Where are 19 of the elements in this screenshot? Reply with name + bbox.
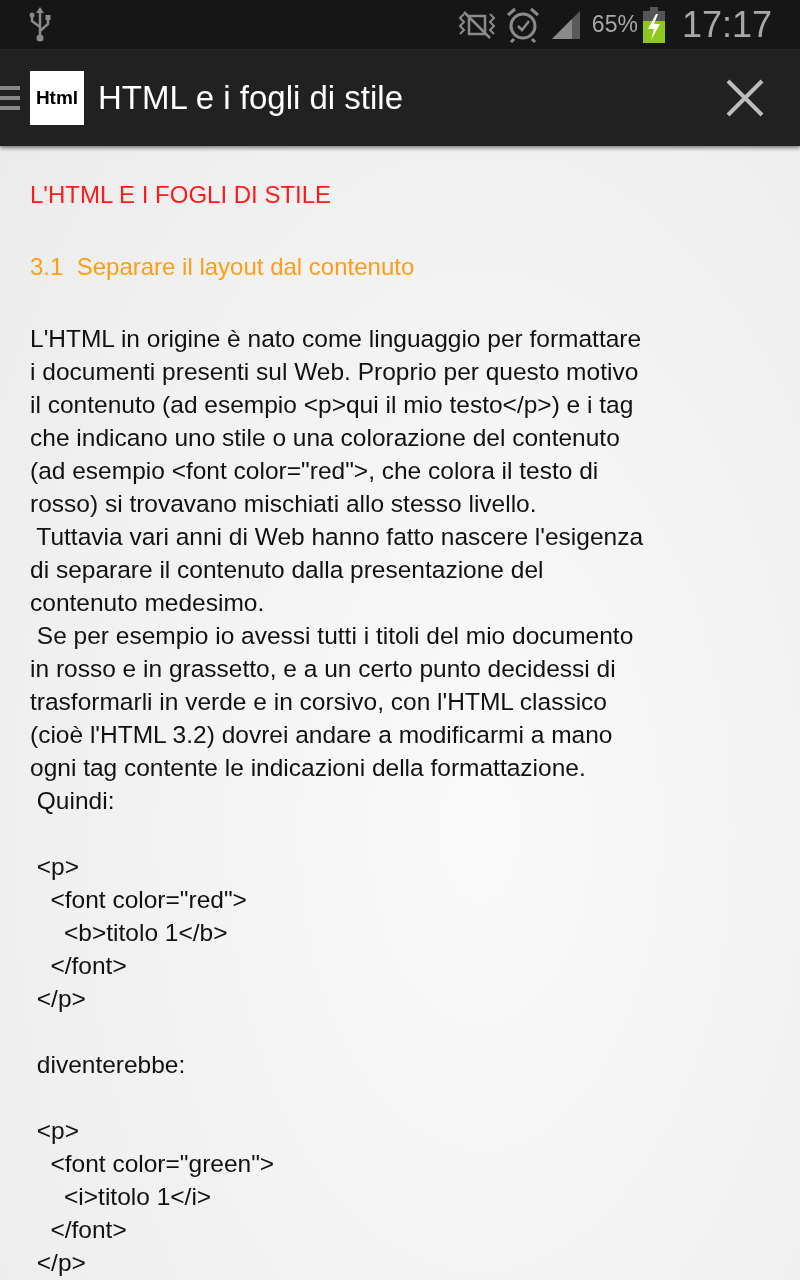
battery-charging-icon <box>641 6 666 43</box>
page-title: HTML e i fogli di stile <box>98 79 404 117</box>
code-sample: <p> <font color="green"> <i>titolo 1</i> </font> </p> <box>35 1116 276 1278</box>
body-paragraph: Se per esempio io avessi tutti i titoli del mio documento in rosso e in grassetto, e a un certo punto decidessi di trasformarli in verde e in corsivo, con l'HTML classico (cioè l'HTML 3.2) dovrei andare a modificarmi a mano ogni tag contente le indicazioni della formattazione. <box>30 621 635 783</box>
code-sample: <p> <font color="red"> <b>titolo 1</b> </font> </p> <box>35 852 248 1014</box>
vibrate-off-icon <box>457 9 496 40</box>
chapter-heading: L'HTML E I FOGLI DI STILE <box>30 180 333 210</box>
battery-percentage: 65% <box>591 11 638 38</box>
app-logo: Html <box>30 71 84 125</box>
section-heading: 3.1 Separare il layout dal contenuto <box>30 252 416 282</box>
body-paragraph: diventerebbe: <box>35 1050 187 1080</box>
body-paragraph: Tuttavia vari anni di Web hanno fatto nascere l'esigenza di separare il contenuto dalla presentazione del contenuto medesimo. <box>30 522 644 618</box>
close-icon[interactable] <box>726 79 764 117</box>
clock-time: 17:17 <box>681 3 772 46</box>
menu-icon[interactable] <box>0 83 20 113</box>
usb-icon <box>28 6 52 43</box>
body-paragraph: L'HTML in origine è nato come linguaggio per formattare i documenti presenti sul Web. Proprio per questo motivo il contenuto (ad esempio <p>qui il mio testo</p>) e i tag che indicano uno stile o una colorazione del contenuto (ad esempio <font color="red">, che colora il testo di rosso) si trovavano mischiati allo stesso livello. <box>30 324 643 519</box>
body-paragraph: Quindi: <box>35 786 116 816</box>
alarm-clock-icon <box>505 6 540 43</box>
